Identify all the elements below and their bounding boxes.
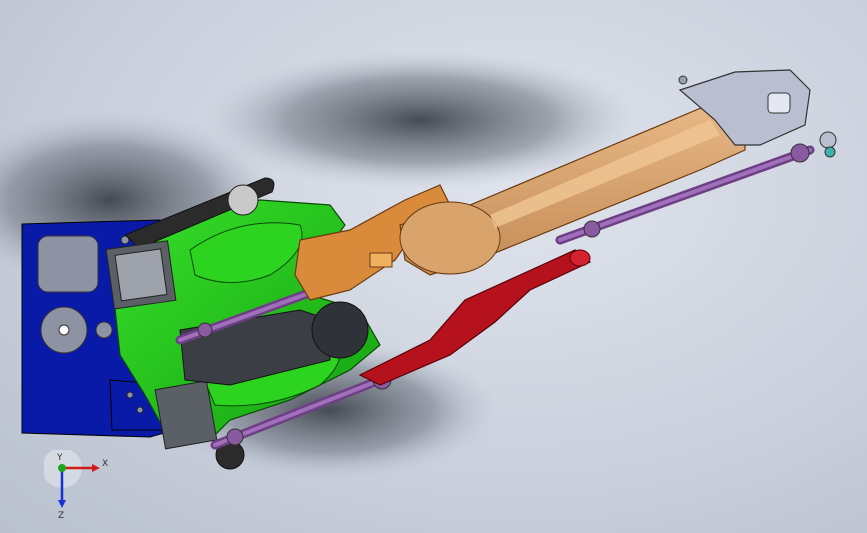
robot-arm-assembly-model[interactable] <box>0 0 867 533</box>
cad-3d-viewport[interactable]: X Y Z <box>0 0 867 533</box>
triad-y-label: Y <box>56 453 63 463</box>
gearbox-hub <box>311 301 369 359</box>
shoulder-connector <box>369 252 393 268</box>
coordinate-triad: X Y Z <box>44 450 108 520</box>
base-pulley-small[interactable] <box>95 321 113 339</box>
base-bolt <box>126 391 134 399</box>
wrist-hole <box>767 92 791 114</box>
elbow-joint[interactable] <box>399 201 501 275</box>
triad-y-axis <box>58 464 66 472</box>
stepper-motor-lower[interactable] <box>154 380 218 450</box>
triad-x-arrow <box>92 464 100 472</box>
red-connecting-link[interactable] <box>358 249 592 386</box>
wrist-end-cap <box>824 146 836 158</box>
base-square-window <box>37 235 99 293</box>
triad-x-label: X <box>102 459 108 469</box>
triad-z-label: Z <box>58 511 64 520</box>
wrist-end-cap <box>819 131 837 149</box>
wrist-bolt <box>678 75 688 85</box>
stepper-motor-upper-face <box>114 248 168 302</box>
base-bolt <box>136 406 144 414</box>
belt-pulley-top <box>227 184 259 216</box>
red-link-joint <box>569 249 591 267</box>
triad-z-arrow <box>58 500 66 508</box>
base-pulley-hub <box>58 324 70 336</box>
